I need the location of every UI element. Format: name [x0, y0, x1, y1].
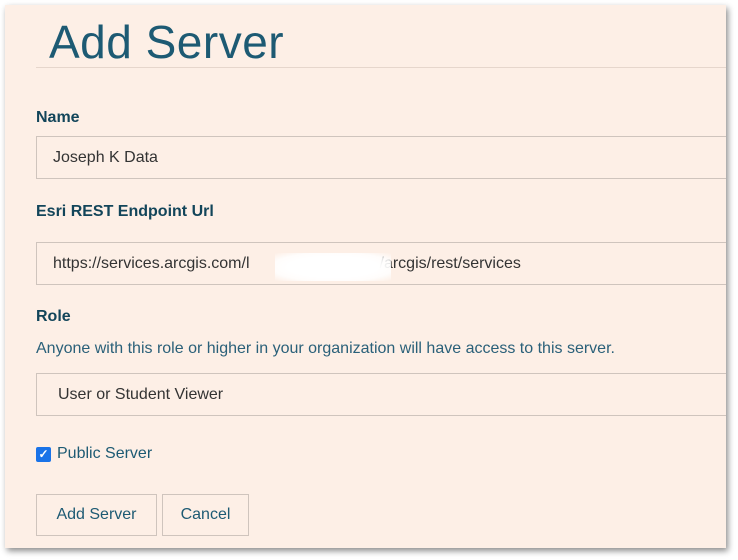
- role-select[interactable]: User or Student Viewer: [36, 373, 726, 416]
- checkmark-icon: ✓: [38, 447, 49, 461]
- role-help-text: Anyone with this role or higher in your …: [36, 340, 615, 357]
- add-server-dialog: Add Server Name Esri REST Endpoint Url h…: [5, 5, 726, 548]
- public-server-checkbox[interactable]: ✓: [36, 446, 51, 462]
- role-label: Role: [36, 308, 71, 325]
- name-input[interactable]: [36, 136, 726, 179]
- public-server-label[interactable]: Public Server: [57, 445, 152, 463]
- url-label: Esri REST Endpoint Url: [36, 203, 214, 220]
- page-title: Add Server: [49, 16, 285, 68]
- name-label: Name: [36, 109, 80, 126]
- redaction-mark: [275, 253, 391, 281]
- url-value-prefix: https://services.arcgis.com/l: [53, 254, 250, 272]
- role-selected-value: User or Student Viewer: [58, 385, 224, 403]
- public-server-row[interactable]: ✓ Public Server: [36, 445, 152, 463]
- title-divider: [36, 67, 726, 68]
- add-server-button[interactable]: Add Server: [36, 494, 157, 536]
- cancel-button[interactable]: Cancel: [162, 494, 249, 536]
